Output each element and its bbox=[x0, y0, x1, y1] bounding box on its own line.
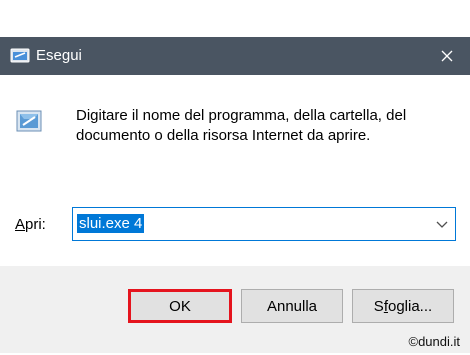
open-combobox[interactable]: slui.exe 4 bbox=[72, 207, 456, 241]
close-button[interactable] bbox=[424, 37, 470, 75]
chevron-down-icon[interactable] bbox=[435, 217, 449, 231]
browse-label-end: oglia... bbox=[387, 297, 433, 315]
window-title: Esegui bbox=[36, 47, 82, 64]
cancel-button[interactable]: Annulla bbox=[241, 289, 343, 323]
run-dialog-icon bbox=[16, 110, 42, 132]
title-bar: Esegui bbox=[0, 37, 470, 75]
run-app-icon bbox=[10, 48, 30, 63]
close-icon bbox=[441, 50, 453, 62]
ok-button[interactable]: OK bbox=[128, 289, 232, 323]
browse-button[interactable]: Sf oglia... bbox=[352, 289, 454, 323]
open-input-value[interactable]: slui.exe 4 bbox=[77, 214, 145, 233]
dialog-description: Digitare il nome del programma, della ca… bbox=[76, 107, 407, 144]
open-label-text: pri: bbox=[25, 216, 46, 233]
open-label: Apri: bbox=[15, 216, 46, 233]
run-dialog: Esegui Digitare il nome del programma, d… bbox=[0, 37, 470, 353]
open-label-accelerator: A bbox=[15, 216, 26, 233]
browse-label-start: S bbox=[373, 297, 384, 315]
watermark: ©dundi.it bbox=[408, 334, 461, 349]
